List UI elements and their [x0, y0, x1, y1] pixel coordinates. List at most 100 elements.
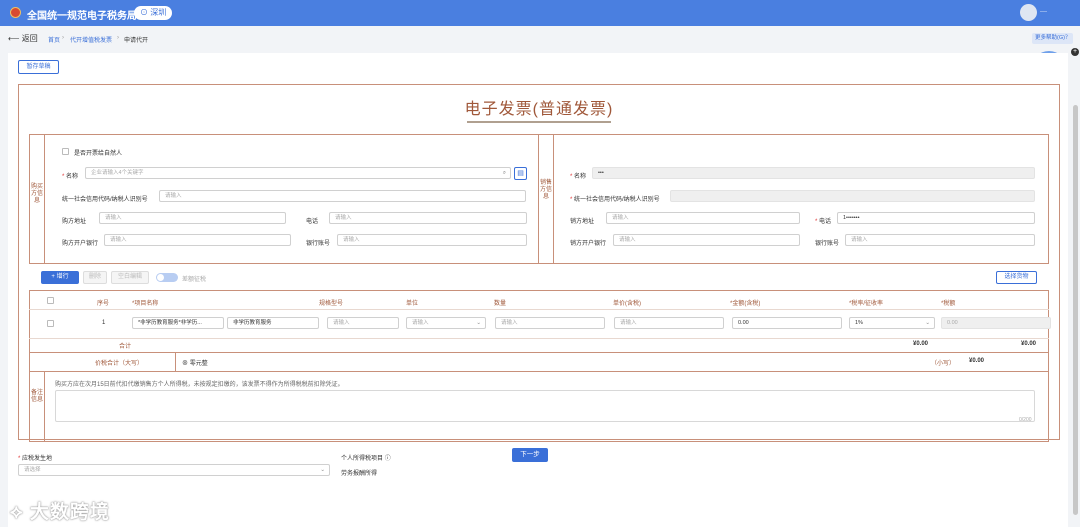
city-selector[interactable]: ⊙ 深圳 — [134, 6, 173, 20]
chevron-down-icon: ⌄ — [320, 467, 325, 473]
invoice-form: 电子发票(普通发票) 购买方信息 销售方信息 是否开票给自然人 * 名称 企业请… — [18, 84, 1060, 442]
col-item: *项目名称 — [132, 301, 159, 307]
buyer-bank-input[interactable]: 请输入 — [104, 234, 291, 246]
difference-tax-toggle[interactable] — [156, 273, 178, 282]
seller-tax-input — [670, 190, 1035, 202]
buyer-address-label: 购方地址 — [62, 219, 87, 225]
small-total-value: ¥0.00 — [969, 358, 985, 364]
breadcrumb-separator: › — [62, 35, 64, 41]
divider — [175, 352, 176, 371]
seller-name-label: * 名称 — [570, 174, 587, 180]
info-icon[interactable]: ⓘ — [385, 456, 391, 462]
total-chinese: ⊗ 零元整 — [182, 361, 208, 367]
arrow-left-icon: ⟵ — [8, 34, 20, 43]
subtotal-tax: ¥0.00 — [1021, 341, 1037, 347]
buyer-phone-input[interactable]: 请输入 — [329, 212, 527, 224]
seller-section-label: 销售方信息 — [540, 180, 553, 200]
remarks-textarea[interactable] — [55, 390, 1035, 422]
breadcrumb-current: 申请代开 — [124, 38, 149, 44]
buyer-tax-label: 统一社会信用代码/纳税人识别号 — [62, 197, 148, 203]
divider — [538, 134, 539, 263]
buyer-name-label: * 名称 — [62, 174, 79, 180]
seller-account-input[interactable]: 请输入 — [845, 234, 1035, 246]
scrollbar[interactable] — [1073, 105, 1078, 515]
back-button[interactable]: ⟵ 返回 — [8, 33, 38, 44]
search-icon[interactable]: ⌕ — [503, 168, 506, 178]
invoice-title: 电子发票(普通发票) — [464, 101, 614, 118]
item-name-input[interactable]: 非学历教育服务 — [227, 317, 319, 329]
item-code-select[interactable]: *非学历教育服务*非学历... — [132, 317, 224, 329]
seller-account-label: 银行账号 — [815, 241, 840, 247]
divider — [29, 338, 1049, 339]
next-button[interactable]: 下一步 — [512, 448, 548, 462]
remarks-notice: 购买方应在次月15日前代扣代缴销售方个人所得税，未按规定扣缴的，该发票不得作为所… — [55, 382, 344, 388]
seller-phone-label: * 电话 — [815, 219, 832, 225]
seller-tax-label: * 统一社会信用代码/纳税人识别号 — [570, 197, 660, 203]
buyer-address-input[interactable]: 请输入 — [99, 212, 286, 224]
buyer-name-placeholder: 企业请输入4个关键字 — [91, 170, 144, 176]
plus-icon[interactable]: + — [1071, 48, 1079, 56]
select-all-checkbox[interactable] — [47, 297, 54, 304]
price-input[interactable]: 请输入 — [614, 317, 724, 329]
app-title: 全国统一规范电子税务局 — [27, 11, 137, 22]
row-no: 1 — [102, 320, 106, 326]
subtotal-amount: ¥0.00 — [913, 341, 929, 347]
save-draft-button[interactable]: 暂存草稿 — [18, 60, 59, 74]
breadcrumb-home[interactable]: 首页 — [48, 35, 60, 44]
income-tax-item-label: 个人所得税项目 ⓘ — [341, 456, 391, 462]
divider — [553, 134, 554, 263]
chevron-down-icon: ⌄ — [925, 320, 930, 326]
col-rate: *税率/征收率 — [849, 301, 884, 307]
amount-input[interactable]: 0.00 — [732, 317, 842, 329]
seller-address-input[interactable]: 请输入 — [606, 212, 800, 224]
tax-place-label: * 应税发生地 — [18, 456, 53, 462]
buyer-account-input[interactable]: 请输入 — [337, 234, 527, 246]
buyer-phone-label: 电话 — [306, 219, 319, 225]
qty-input[interactable]: 请输入 — [495, 317, 605, 329]
seller-name-input: ••• — [592, 167, 1035, 179]
user-avatar[interactable] — [1020, 4, 1037, 21]
divider — [29, 371, 1049, 372]
select-goods-button[interactable]: 选择货物 — [996, 271, 1037, 284]
natural-person-label: 是否开票给自然人 — [74, 151, 123, 157]
blank-edit-button[interactable]: 空白编辑 — [111, 271, 149, 284]
help-button[interactable]: 更多帮助(G)？ — [1032, 33, 1074, 44]
select-list-icon[interactable]: ▤ — [514, 167, 527, 180]
tax-rate-value: 1% — [855, 320, 863, 326]
buyer-bank-label: 购方开户银行 — [62, 241, 99, 247]
spec-input[interactable]: 请输入 — [327, 317, 399, 329]
tax-place-placeholder: 请选择 — [24, 467, 41, 473]
small-total-label: （小写） — [931, 361, 956, 367]
delete-row-button[interactable]: 删除 — [83, 271, 107, 284]
seller-phone-input[interactable]: 1••••••• — [837, 212, 1035, 224]
remarks-section-label: 备注信息 — [31, 390, 44, 403]
add-row-button[interactable]: + 增行 — [41, 271, 79, 284]
back-label: 返回 — [21, 34, 38, 43]
buyer-account-label: 银行账号 — [306, 241, 331, 247]
toggle-knob — [157, 274, 164, 281]
divider — [29, 134, 1049, 135]
col-spec: 规格型号 — [319, 301, 344, 307]
divider — [44, 371, 45, 441]
tax-amount-input: 0.00 — [941, 317, 1051, 329]
seller-bank-input[interactable]: 请输入 — [613, 234, 800, 246]
col-qty: 数量 — [494, 301, 507, 307]
tax-emblem-icon — [10, 7, 21, 18]
col-amount: *金额(含税) — [730, 301, 761, 307]
breadcrumb-vat[interactable]: 代开增值税发票 — [70, 35, 112, 44]
breadcrumb-separator: › — [117, 35, 119, 41]
unit-select[interactable]: 请输入 ⌄ — [406, 317, 486, 329]
breadcrumb-bar: ⟵ 返回 首页 › 代开增值税发票 › 申请代开 — [0, 30, 1080, 47]
col-unit: 单位 — [406, 301, 419, 307]
natural-person-checkbox[interactable] — [62, 148, 69, 155]
col-price: 单价(含税) — [613, 301, 641, 307]
unit-placeholder: 请输入 — [412, 320, 429, 326]
buyer-tax-input[interactable]: 请输入 — [159, 190, 526, 202]
buyer-name-input[interactable]: 企业请输入4个关键字 ⌕ — [85, 167, 511, 179]
user-name[interactable]: — — [1040, 8, 1047, 15]
tax-rate-select[interactable]: 1% ⌄ — [849, 317, 935, 329]
chevron-down-icon: ⌄ — [476, 320, 481, 326]
tax-place-select[interactable]: 请选择 ⌄ — [18, 464, 330, 476]
row-checkbox[interactable] — [47, 320, 54, 327]
city-label: 深圳 — [150, 8, 167, 17]
